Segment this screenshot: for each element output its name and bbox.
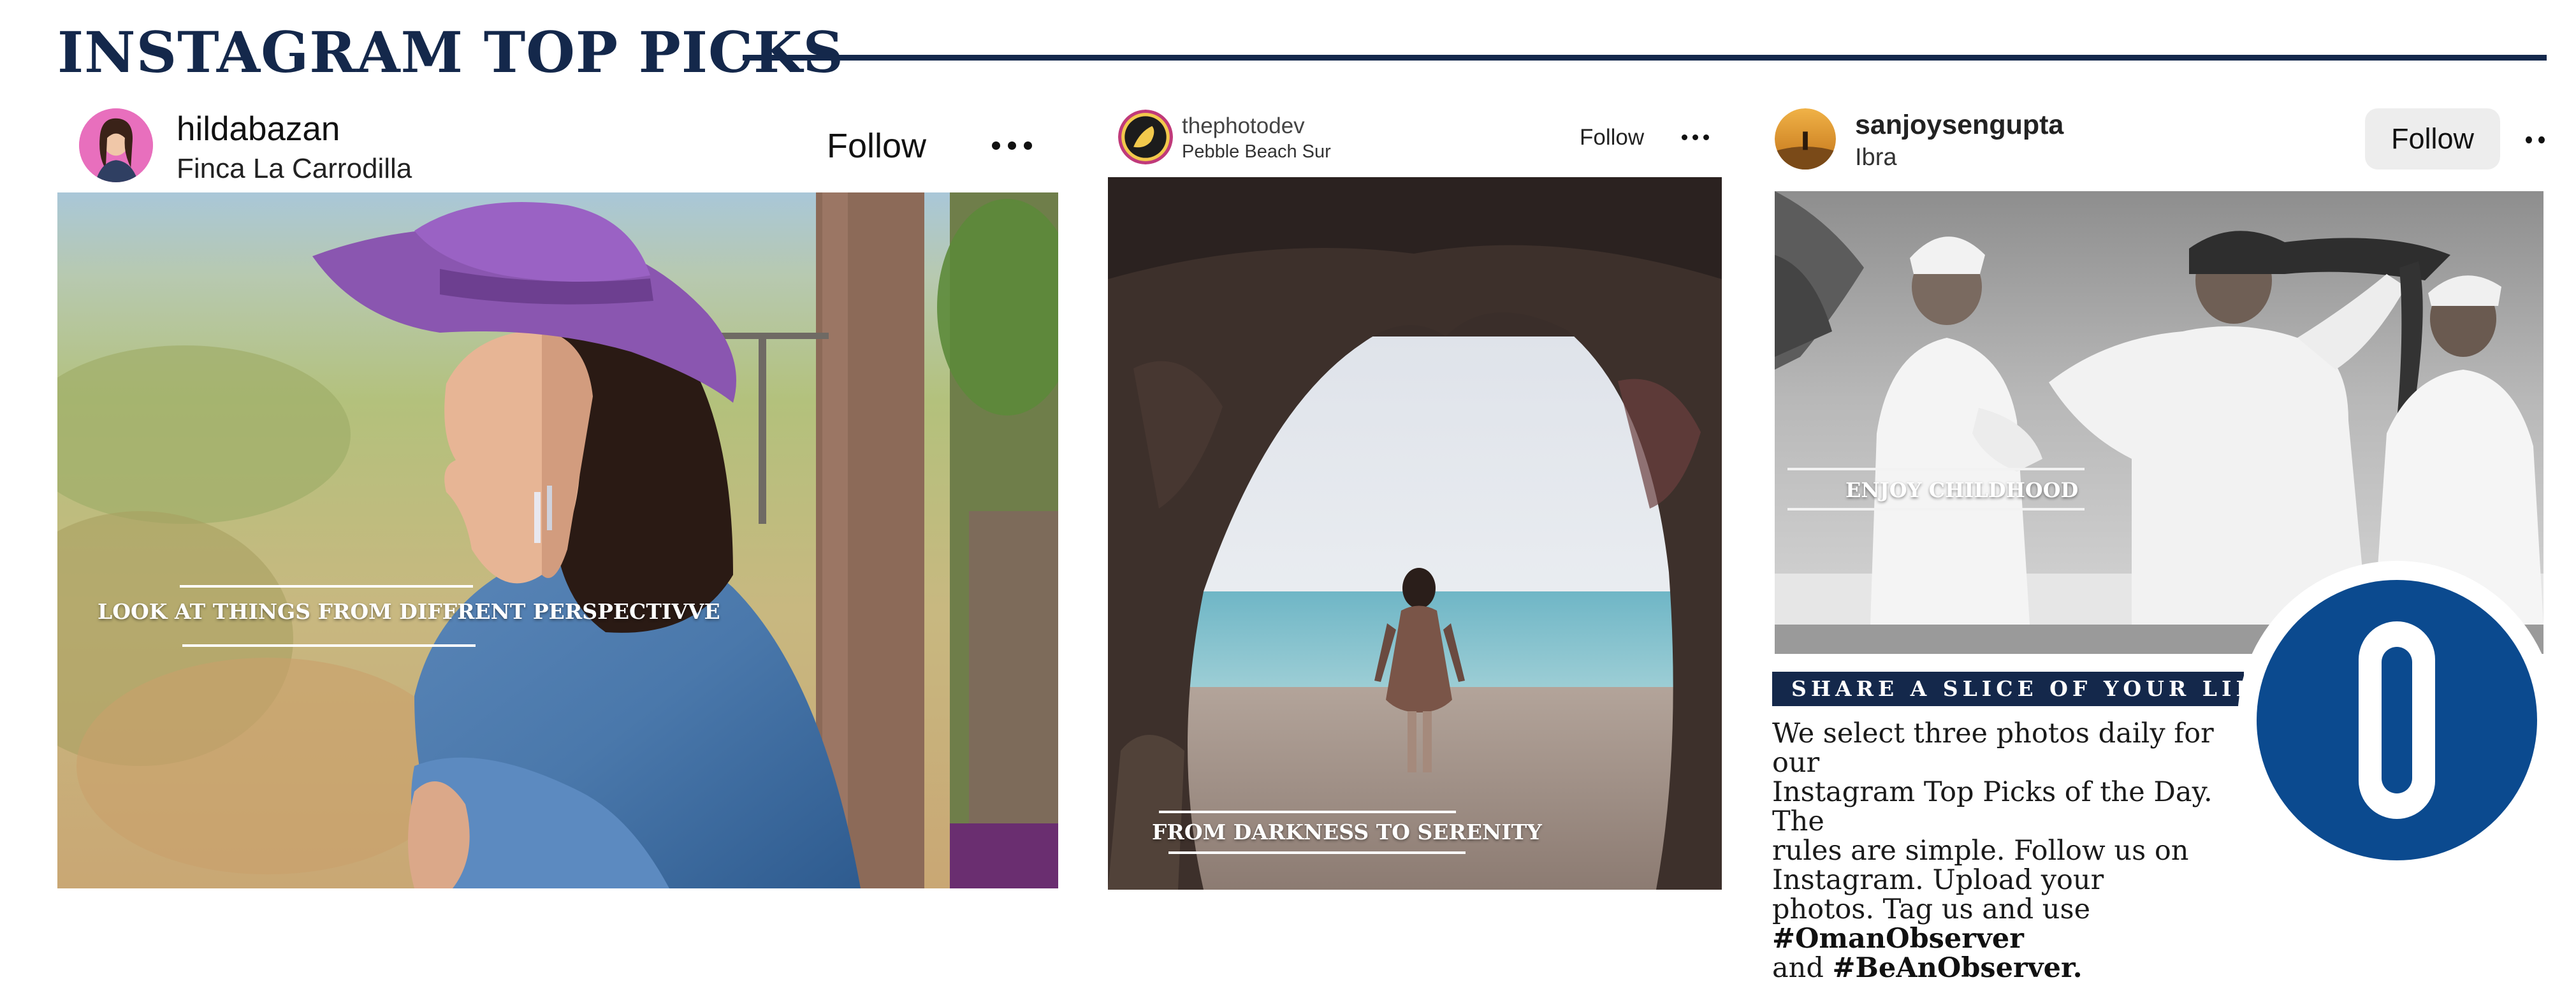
caption-rule-bottom: [1787, 508, 2085, 510]
title-divider: [743, 55, 2547, 61]
promo-text-line: We select three photos daily for our: [1772, 718, 2214, 779]
promo-text-plain: photos. Tag us and use: [1772, 894, 2091, 925]
photo-caption: LOOK AT THINGS FROM DIFFRENT PERSPECTIVV…: [98, 599, 720, 624]
promo-text-plain: and: [1772, 952, 1833, 984]
follow-button-label: Follow: [2390, 122, 2475, 155]
post-photo[interactable]: [57, 192, 1058, 888]
promo-text: We select three photos daily for our Ins…: [1772, 719, 2269, 983]
caption-rule-top: [180, 585, 473, 588]
photo-caption: ENJOY CHILDHOOD: [1845, 478, 2079, 502]
post-location[interactable]: Pebble Beach Sur: [1182, 141, 1331, 163]
post-photo[interactable]: [1108, 177, 1722, 890]
post-username[interactable]: thephotodev: [1182, 113, 1305, 139]
follow-button[interactable]: Follow: [827, 126, 926, 166]
caption-rule-top: [1787, 468, 2085, 470]
promo-text-line: Instagram. Upload your: [1772, 864, 2104, 896]
caption-rule-top: [1159, 811, 1456, 813]
hashtag-be-an-observer[interactable]: #BeAnObserver.: [1833, 952, 2083, 984]
promo-text-line: Instagram Top Picks of the Day. The: [1772, 776, 2213, 837]
post-location[interactable]: Ibra: [1855, 144, 1896, 171]
avatar[interactable]: [1775, 108, 1836, 170]
post-username[interactable]: hildabazan: [177, 110, 340, 148]
hashtag-oman-observer[interactable]: #OmanObserver: [1772, 923, 2024, 955]
promo-banner: SHARE A SLICE OF YOUR LIFE: [1772, 672, 2271, 706]
post-location[interactable]: Finca La Carrodilla: [177, 153, 412, 185]
page-title: INSTAGRAM TOP PICKS: [57, 19, 845, 85]
more-options-icon[interactable]: [2526, 135, 2545, 144]
promo-text-line: and #BeAnObserver.: [1772, 953, 2269, 983]
observer-logo-icon: [2238, 561, 2556, 879]
avatar[interactable]: [1118, 110, 1173, 164]
photo-caption: FROM DARKNESS TO SERENITY: [1152, 820, 1542, 844]
promo-text-line: rules are simple. Follow us on: [1772, 835, 2189, 867]
more-options-icon[interactable]: [1682, 133, 1710, 141]
follow-button[interactable]: Follow: [2365, 108, 2500, 170]
post-username[interactable]: sanjoysengupta: [1855, 110, 2063, 141]
follow-button[interactable]: Follow: [1580, 125, 1644, 150]
more-options-icon[interactable]: [992, 140, 1037, 150]
avatar[interactable]: [79, 108, 153, 182]
promo-text-line: photos. Tag us and use #OmanObserver: [1772, 895, 2269, 953]
caption-rule-bottom: [1168, 851, 1466, 854]
caption-rule-bottom: [182, 644, 476, 647]
